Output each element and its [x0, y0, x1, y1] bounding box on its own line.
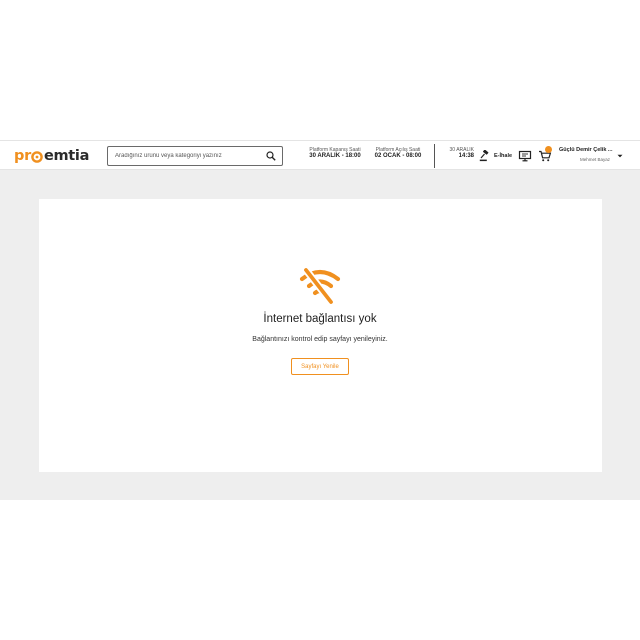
account-company: Güçlü Demir Çelik ... — [559, 147, 613, 153]
error-title: İnternet bağlantısı yok — [263, 313, 377, 325]
platform-open-time: Platform Açılış Saati 02 OCAK - 08:00 — [370, 147, 426, 161]
logo-o-icon — [31, 151, 44, 163]
search-box — [107, 146, 283, 166]
wifi-off-icon — [299, 266, 341, 306]
platform-open-value: 02 OCAK - 08:00 — [374, 153, 422, 160]
error-message: Bağlantınızı kontrol edip sayfayı yenile… — [252, 336, 388, 343]
chevron-down-icon — [617, 154, 623, 158]
top-header: pr emtia Platform Kapanış Saati 30 ARALI… — [0, 140, 640, 170]
brand-logo[interactable]: pr emtia — [14, 147, 89, 165]
monitor-icon[interactable] — [518, 149, 532, 163]
account-menu[interactable]: Güçlü Demir Çelik ... Mehmet Bayaz — [556, 147, 628, 167]
header-divider — [434, 144, 435, 168]
cart-badge — [545, 146, 552, 153]
gavel-icon — [479, 150, 489, 162]
search-input[interactable] — [108, 147, 263, 165]
logo-text-end: emtia — [43, 148, 90, 164]
account-user: Mehmet Bayaz — [579, 157, 610, 162]
current-clock: 30 ARALIK 14:38 — [440, 147, 474, 161]
logo-text-start: pr — [14, 148, 31, 164]
search-icon[interactable] — [263, 148, 279, 164]
e-ihale-link[interactable]: E-İhale — [479, 149, 512, 163]
e-ihale-label: E-İhale — [494, 153, 513, 159]
platform-close-value: 30 ARALIK - 18:00 — [309, 153, 361, 160]
reload-page-button[interactable]: Sayfayı Yenile — [291, 358, 349, 375]
clock-time: 14:38 — [458, 153, 474, 160]
platform-close-time: Platform Kapanış Saati 30 ARALIK - 18:00 — [304, 147, 366, 161]
